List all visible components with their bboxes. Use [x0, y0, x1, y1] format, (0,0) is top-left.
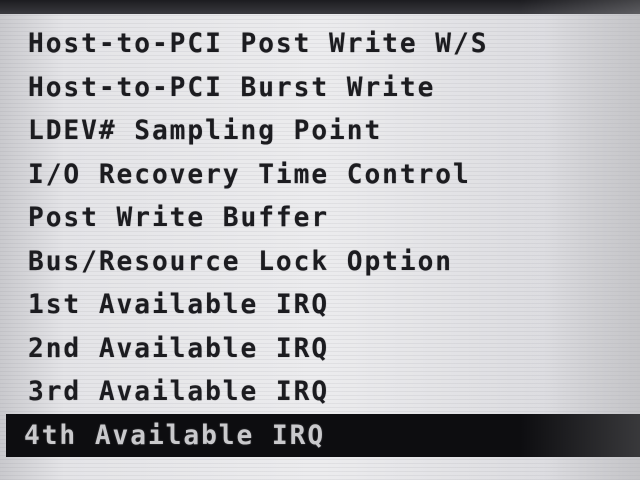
option-2nd-available-irq[interactable]: 2nd Available IRQ [0, 327, 640, 371]
option-bus-resource-lock-option[interactable]: Bus/Resource Lock Option [0, 240, 640, 284]
option-post-write-buffer[interactable]: Post Write Buffer [0, 196, 640, 240]
option-host-to-pci-burst-write[interactable]: Host-to-PCI Burst Write [0, 66, 640, 110]
option-4th-available-irq-selected[interactable]: 4th Available IRQ [6, 413, 640, 457]
option-3rd-available-irq[interactable]: 3rd Available IRQ [0, 370, 640, 414]
monitor-bezel [0, 0, 640, 14]
option-label: 4th Available IRQ [24, 419, 326, 451]
option-host-to-pci-post-write-ws[interactable]: Host-to-PCI Post Write W/S [0, 22, 640, 66]
bios-option-list: Host-to-PCI Post Write W/S Host-to-PCI B… [0, 22, 640, 457]
option-ldev-sampling-point[interactable]: LDEV# Sampling Point [0, 109, 640, 153]
option-label: 3rd Available IRQ [28, 376, 330, 407]
bios-setup-screen: Host-to-PCI Post Write W/S Host-to-PCI B… [0, 0, 640, 480]
option-label: LDEV# Sampling Point [28, 115, 383, 146]
option-label: Bus/Resource Lock Option [28, 245, 453, 277]
option-label: 2nd Available IRQ [28, 332, 330, 364]
option-label: Host-to-PCI Post Write W/S [28, 28, 489, 59]
option-label: 1st Available IRQ [28, 289, 330, 320]
option-label: Host-to-PCI Burst Write [28, 71, 436, 103]
option-label: I/O Recovery Time Control [28, 158, 471, 190]
option-label: Post Write Buffer [28, 202, 330, 233]
option-io-recovery-time-control[interactable]: I/O Recovery Time Control [0, 153, 640, 197]
option-1st-available-irq[interactable]: 1st Available IRQ [0, 283, 640, 327]
